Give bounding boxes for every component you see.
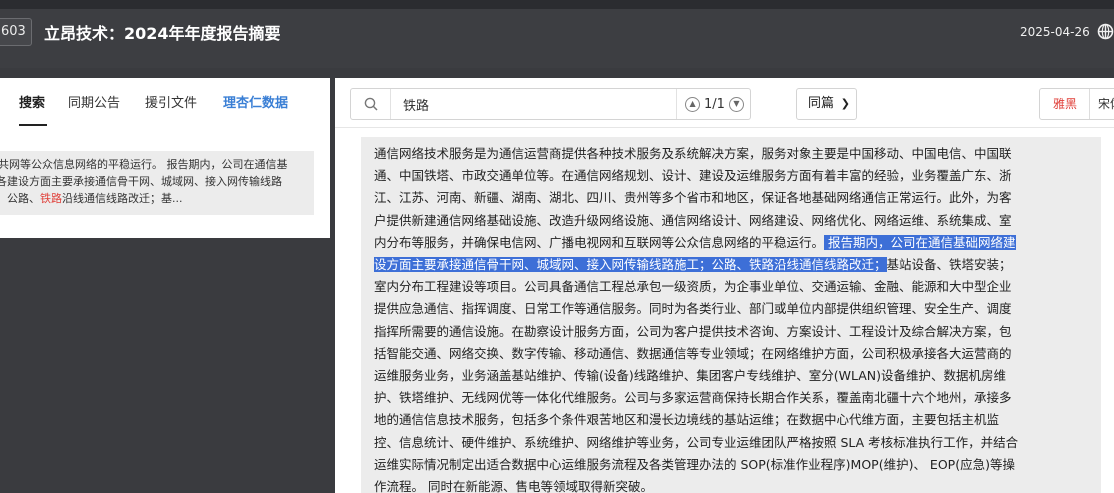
left-panel: 搜索 同期公告 援引文件 理杏仁数据 共网等公众信息网络的平稳运行。 报告期内，…: [0, 78, 330, 238]
document-line: 江、江苏、河南、新疆、湖南、湖北、四川、贵州等多个省市和地区，保证各地基础网络通…: [374, 187, 1012, 209]
document-line: 括智能交通、网络交换、数字传输、移动通信、数据通信等专业领域；在网络维护方面，公…: [374, 343, 1012, 365]
chevron-down-icon[interactable]: ▼: [728, 96, 744, 112]
document-text-segment: 运维服务业务，业务涵盖基站维护、传输(设备)线路维护、集团客户专线维护、室分(W…: [374, 368, 1007, 383]
result-line: 共网等公众信息网络的平稳运行。 报告期内，公司在通信基: [0, 158, 288, 171]
result-keyword: 铁路: [40, 192, 62, 205]
chevron-down-icon: ❯: [840, 97, 850, 110]
tab-search[interactable]: 搜索: [19, 92, 45, 111]
document-line: 通、中国铁塔、市政交通单位等。在通信网络规划、设计、建设及运维服务方面有着丰富的…: [374, 165, 1012, 187]
font-option-yahei[interactable]: 雅黑: [1053, 89, 1077, 119]
document-toolbar: ▲ 1/1 ▼ 同篇 ❯ 雅黑 宋体: [335, 78, 1114, 128]
document-text-segment: 护、铁塔维护、无线网优等一体化代维服务。公司与多家运营商保持长期合作关系，覆盖南…: [374, 390, 1012, 406]
selected-text: 设方面主要承接通信骨干网、城域网、接入网传输线路施工；公路、铁路沿线通信线路改迁…: [374, 257, 887, 272]
document-line: 室内分布工程建设等项目。公司具备通信工程总承包一级资质，为企事业单位、交通运输、…: [374, 276, 1012, 298]
search-icon[interactable]: [351, 89, 391, 119]
search-box: ▲ 1/1 ▼: [350, 88, 751, 120]
document-line: 指挥所需要的通信设施。在勘察设计服务方面，公司为客户提供技术咨询、方案设计、工程…: [374, 321, 1012, 343]
document-text-segment: 提供应急通信、指挥调度、日常工作等通信服务。同时为各类行业、部门或单位内部提供组…: [374, 301, 1012, 317]
document-line: 护、铁塔维护、无线网优等一体化代维服务。公司与多家运营商保持长期合作关系，覆盖南…: [374, 387, 1012, 409]
document-text-segment: 基站设备、铁塔安装；: [886, 257, 1012, 272]
document-line: 地的通信信息技术服务，包括多个条件艰苦地区和漫长边境线的基站运维；在数据中心代维…: [374, 409, 999, 431]
document-text-segment: 地的通信信息技术服务，包括多个条件艰苦地区和漫长边境线的基站运维；在数据中心代维…: [374, 412, 1000, 428]
document-text-segment: 作流程。 同时在新能源、售电等领域取得新突破。: [374, 479, 653, 493]
document-text-segment: 运维实际情况制定出适合数据中心运维服务流程及各类管理办法的 SOP(标准作业程序…: [374, 456, 1015, 472]
document-text-segment: 指挥所需要的通信设施。在勘察设计服务方面，公司为客户提供技术咨询、方案设计、工程…: [374, 323, 1012, 339]
document-text-segment: 通信网络技术服务是为通信运营商提供各种技术服务及系统解决方案，服务对象主要是中国…: [374, 146, 1012, 161]
document-panel: ▲ 1/1 ▼ 同篇 ❯ 雅黑 宋体 通信网络技术服务是为通信运营商提供各种技术…: [335, 78, 1114, 493]
selected-text: 报告期内，公司在通信基础网络建: [824, 234, 1016, 250]
scope-select[interactable]: 同篇 ❯: [796, 88, 857, 120]
document-line: 内分布等服务，并确保电信网、广播电视网和互联网等公众信息网络的平稳运行。 报告期…: [374, 232, 1016, 254]
document-text: 通信网络技术服务是为通信运营商提供各种技术服务及系统解决方案，服务对象主要是中国…: [361, 137, 1101, 493]
stock-code-badge[interactable]: 603: [0, 18, 32, 46]
document-text-segment: 室内分布工程建设等项目。公司具备通信工程总承包一级资质，为企事业单位、交通运输、…: [374, 279, 1012, 295]
scope-select-value: 同篇: [808, 96, 835, 111]
font-option-songti[interactable]: 宋体: [1089, 89, 1114, 119]
match-counter: 1/1: [704, 96, 725, 112]
document-line: 通信网络技术服务是为通信运营商提供各种技术服务及系统解决方案，服务对象主要是中国…: [374, 143, 1012, 165]
document-text-segment: 户提供新建通信网络基础设施、改造升级网络设施、通信网络设计、网络建设、网络优化、…: [374, 212, 1012, 228]
result-line-with-keyword: ，公路、铁路沿线通信线路改迁；基...: [0, 190, 310, 207]
document-line: 运维服务业务，业务涵盖基站维护、传输(设备)线路维护、集团客户专线维护、室分(W…: [374, 365, 1006, 387]
tab-concurrent-announcements[interactable]: 同期公告: [68, 92, 120, 111]
top-strip: [0, 0, 1114, 9]
result-text: 沿线通信线路改迁；基...: [62, 192, 183, 205]
document-line: 户提供新建通信网络基础设施、改造升级网络设施、通信网络设计、网络建设、网络优化、…: [374, 210, 1012, 232]
page-title: 立昂技术：2024年年度报告摘要: [44, 24, 281, 43]
document-line: 设方面主要承接通信骨干网、城域网、接入网传输线路施工；公路、铁路沿线通信线路改迁…: [374, 254, 1012, 276]
result-text: ，公路、: [0, 192, 40, 205]
tab-lixinger-data[interactable]: 理杏仁数据: [223, 92, 288, 111]
report-date: 2025-04-26: [1020, 25, 1090, 39]
document-line: 运维实际情况制定出适合数据中心运维服务流程及各类管理办法的 SOP(标准作业程序…: [374, 454, 1015, 476]
chevron-up-icon[interactable]: ▲: [685, 96, 701, 112]
left-tabs: 搜索 同期公告 援引文件 理杏仁数据: [0, 78, 330, 126]
document-text-segment: 括智能交通、网络交换、数字传输、移动通信、数据通信等专业领域；在网络维护方面，公…: [374, 345, 1012, 361]
tab-cited-documents[interactable]: 援引文件: [145, 92, 197, 111]
document-text-segment: 内分布等服务，并确保电信网、广播电视网和互联网等公众信息网络的平稳运行。: [374, 234, 825, 250]
match-navigator: ▲ 1/1 ▼: [676, 89, 752, 119]
active-tab-indicator: [19, 124, 47, 126]
document-text-segment: 控、信息统计、硬件维护、系统维护、网络维护等业务，公司专业运维团队严格按照 SL…: [374, 434, 1019, 450]
document-line: 提供应急通信、指挥调度、日常工作等通信服务。同时为各类行业、部门或单位内部提供组…: [374, 298, 1012, 320]
search-input[interactable]: [403, 95, 673, 113]
result-line: 各建设方面主要承接通信骨干网、城域网、接入网传输线路: [0, 175, 282, 188]
document-line: 控、信息统计、硬件维护、系统维护、网络维护等业务，公司专业运维团队严格按照 SL…: [374, 432, 1018, 454]
search-result-item[interactable]: 共网等公众信息网络的平稳运行。 报告期内，公司在通信基 各建设方面主要承接通信骨…: [0, 151, 314, 215]
document-text-segment: 江、江苏、河南、新疆、湖南、湖北、四川、贵州等多个省市和地区，保证各地基础网络通…: [374, 190, 1012, 206]
font-selector: 雅黑 宋体: [1039, 88, 1114, 120]
document-line: 作流程。 同时在新能源、售电等领域取得新突破。: [374, 476, 653, 493]
globe-icon[interactable]: [1097, 23, 1114, 40]
document-text-segment: 通、中国铁塔、市政交通单位等。在通信网络规划、设计、建设及运维服务方面有着丰富的…: [374, 168, 1012, 184]
